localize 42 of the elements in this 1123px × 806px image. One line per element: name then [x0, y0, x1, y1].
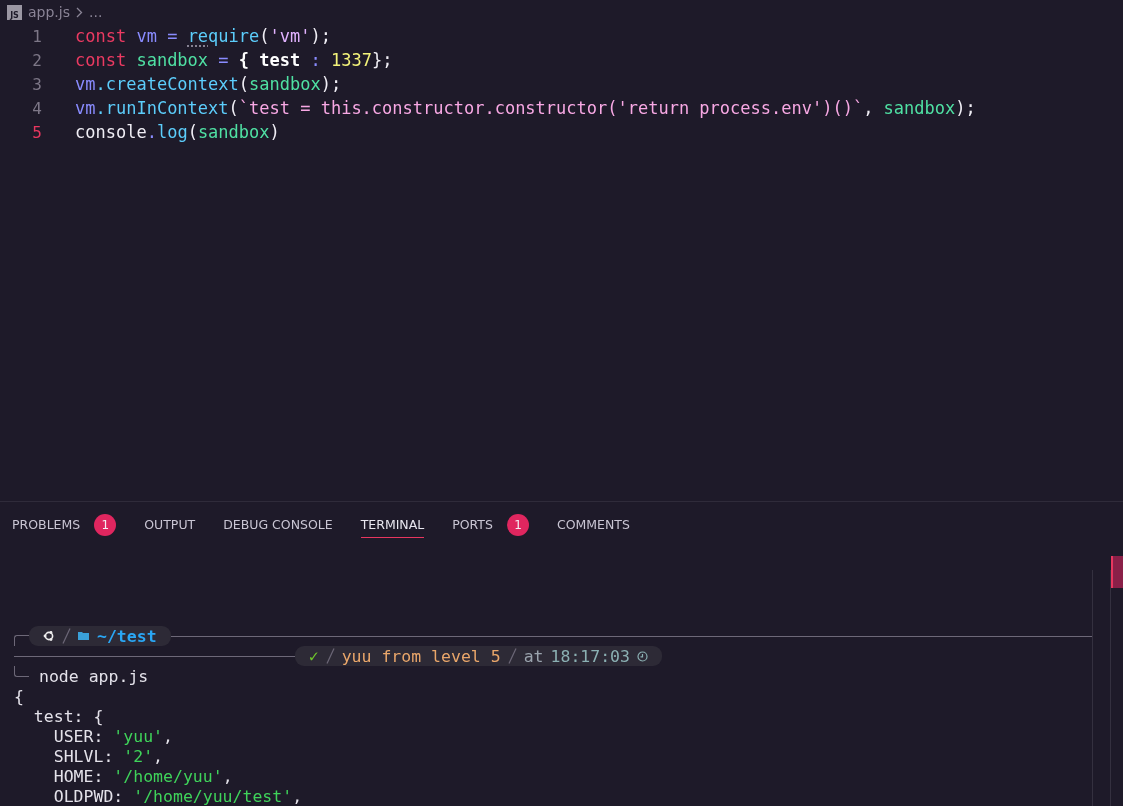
output-line: test: {	[32, 706, 105, 726]
code-line: vm.runInContext(`test = this.constructor.constructor('return process.env')()`, sandbox);	[75, 98, 976, 118]
breadcrumb-more[interactable]: ...	[89, 4, 103, 20]
output-line: HOME: '/home/yuu',	[52, 766, 234, 786]
line-number: 5	[31, 122, 43, 142]
separator-slash	[62, 628, 71, 644]
panel-tab[interactable]: PORTS 1	[452, 510, 529, 538]
panel-tab[interactable]: OUTPUT	[144, 510, 196, 538]
line-number: 1	[31, 26, 43, 46]
code-line: console.log(sandbox)	[75, 122, 280, 142]
folder-icon	[78, 631, 90, 641]
chevron-right-icon	[76, 6, 83, 18]
code-line: const sandbox = { test : 1337};	[75, 50, 393, 70]
panel-tab[interactable]: PROBLEMS 1	[12, 510, 117, 538]
separator-slash	[507, 648, 517, 664]
current-path: ~/test	[97, 626, 157, 646]
clock-time: 18:17:03	[550, 646, 630, 666]
count-badge: 1	[506, 513, 529, 536]
linux-logo-icon	[43, 630, 55, 642]
scrollbar-track[interactable]	[1092, 570, 1111, 806]
panel-tab[interactable]: TERMINAL	[360, 510, 425, 538]
output-line: USER: 'yuu',	[52, 726, 174, 746]
panel-tab[interactable]: DEBUG CONSOLE	[223, 510, 333, 538]
js-file-icon: JS	[7, 4, 22, 20]
clock-icon	[637, 650, 648, 662]
line-number: 2	[31, 50, 43, 70]
breadcrumb-file[interactable]: app.js	[28, 4, 70, 20]
user-level: yuu from level 5	[341, 646, 501, 666]
output-line: SHLVL: '2',	[52, 746, 165, 766]
success-check: ✓	[308, 646, 319, 666]
scroll-marker	[1111, 556, 1123, 588]
output-line: OLDPWD: '/home/yuu/test',	[52, 786, 304, 806]
output-line: {	[14, 686, 25, 706]
count-badge: 1	[94, 513, 117, 536]
line-number: 3	[31, 74, 43, 94]
at-label: at	[523, 646, 544, 666]
command-text: node app.js	[39, 666, 149, 686]
code-line: const vm = require('vm');	[75, 26, 331, 46]
panel-tab[interactable]: COMMENTS	[556, 510, 630, 538]
line-number: 4	[31, 98, 43, 118]
code-line: vm.createContext(sandbox);	[75, 74, 342, 94]
separator-slash	[325, 648, 335, 664]
